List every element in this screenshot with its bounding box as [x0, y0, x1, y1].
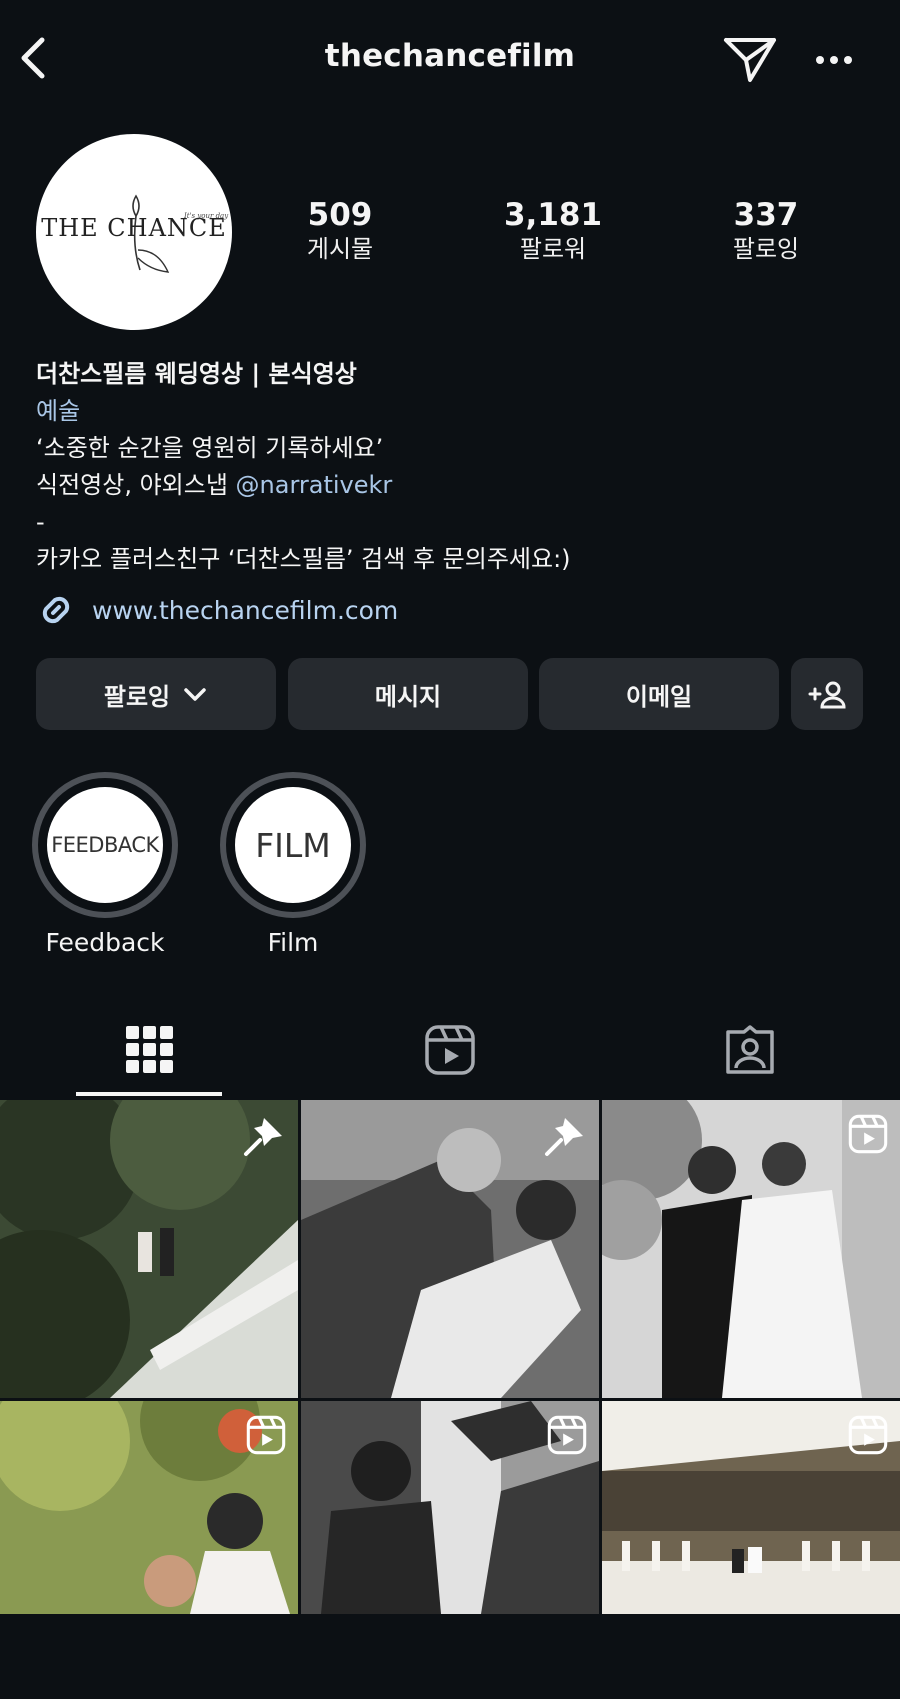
post-thumbnail[interactable]: [0, 1100, 298, 1398]
message-button-label: 메시지: [374, 682, 442, 711]
profile-avatar[interactable]: THE CHANCE It's your day: [36, 134, 232, 330]
bio-line-2-text: 식전영상, 야외스냅: [36, 471, 236, 499]
following-button[interactable]: 팔로잉: [36, 658, 276, 730]
profile-display-name: 더찬스필름 웨딩영상 | 본식영상: [36, 360, 357, 388]
followers-label: 팔로워: [519, 235, 587, 263]
message-button[interactable]: 메시지: [288, 658, 528, 730]
reels-icon: [246, 1415, 286, 1455]
post-thumbnail[interactable]: [602, 1100, 900, 1398]
highlight-feedback-cover-text: FEEDBACK: [51, 833, 159, 857]
following-button-label: 팔로잉: [103, 682, 171, 711]
grid-icon: [126, 1026, 173, 1073]
reels-icon: [848, 1415, 888, 1455]
tagged-person-icon: [726, 1025, 774, 1074]
reels-icon: [547, 1415, 587, 1455]
profile-category: 예술: [36, 397, 81, 425]
followers-count: 3,181: [503, 197, 603, 233]
highlight-film[interactable]: FILM: [220, 772, 366, 918]
ellipsis-icon: [816, 56, 852, 64]
post-thumbnail[interactable]: [602, 1401, 900, 1699]
posts-label: 게시물: [306, 235, 374, 263]
posts-count: 509: [307, 197, 373, 233]
share-button[interactable]: [722, 34, 778, 86]
website-link[interactable]: www.thechancefilm.com: [36, 590, 398, 630]
avatar-tagline: It's your day: [184, 212, 229, 220]
highlight-feedback[interactable]: FEEDBACK: [32, 772, 178, 918]
reels-icon: [848, 1114, 888, 1154]
chevron-down-icon: [184, 688, 206, 701]
bio-line-1: ‘소중한 순간을 영원히 기록하세요’: [36, 434, 384, 462]
highlight-feedback-cover: FEEDBACK: [47, 787, 163, 903]
stat-posts[interactable]: 509 게시물: [255, 196, 425, 264]
bio-line-2: 식전영상, 야외스냅 @narrativekr: [36, 467, 876, 504]
highlight-feedback-label: Feedback: [45, 928, 165, 957]
stat-followers[interactable]: 3,181 팔로워: [468, 196, 638, 264]
grid-tab[interactable]: [90, 1010, 210, 1090]
profile-bio: 더찬스필름 웨딩영상 | 본식영상 예술 ‘소중한 순간을 영원히 기록하세요’…: [36, 356, 876, 578]
bio-mention-link[interactable]: @narrativekr: [236, 471, 393, 499]
following-label: 팔로잉: [732, 235, 800, 263]
email-button-label: 이메일: [625, 682, 693, 711]
reels-tab[interactable]: [390, 1010, 510, 1090]
link-icon: [42, 596, 70, 624]
highlight-film-label: Film: [267, 928, 319, 957]
pin-icon: [244, 1118, 282, 1156]
bio-line-4: 카카오 플러스친구 ‘더찬스필름’ 검색 후 문의주세요:): [36, 545, 571, 573]
tagged-tab[interactable]: [690, 1010, 810, 1090]
post-thumbnail[interactable]: [0, 1401, 298, 1699]
bio-line-3: -: [36, 508, 45, 536]
active-tab-indicator: [76, 1092, 222, 1096]
more-options-button[interactable]: [812, 46, 856, 74]
add-person-icon: [808, 681, 846, 709]
highlight-film-cover-text: FILM: [255, 825, 331, 865]
post-thumbnail[interactable]: [301, 1401, 599, 1699]
reels-icon: [425, 1025, 475, 1075]
stat-following[interactable]: 337 팔로잉: [681, 196, 851, 264]
suggest-people-button[interactable]: [791, 658, 863, 730]
pin-icon: [545, 1118, 583, 1156]
website-link-text: www.thechancefilm.com: [92, 595, 399, 625]
highlight-film-cover: FILM: [235, 787, 351, 903]
paper-plane-icon: [724, 38, 776, 82]
following-count: 337: [733, 197, 799, 233]
email-button[interactable]: 이메일: [539, 658, 779, 730]
post-thumbnail[interactable]: [301, 1100, 599, 1398]
